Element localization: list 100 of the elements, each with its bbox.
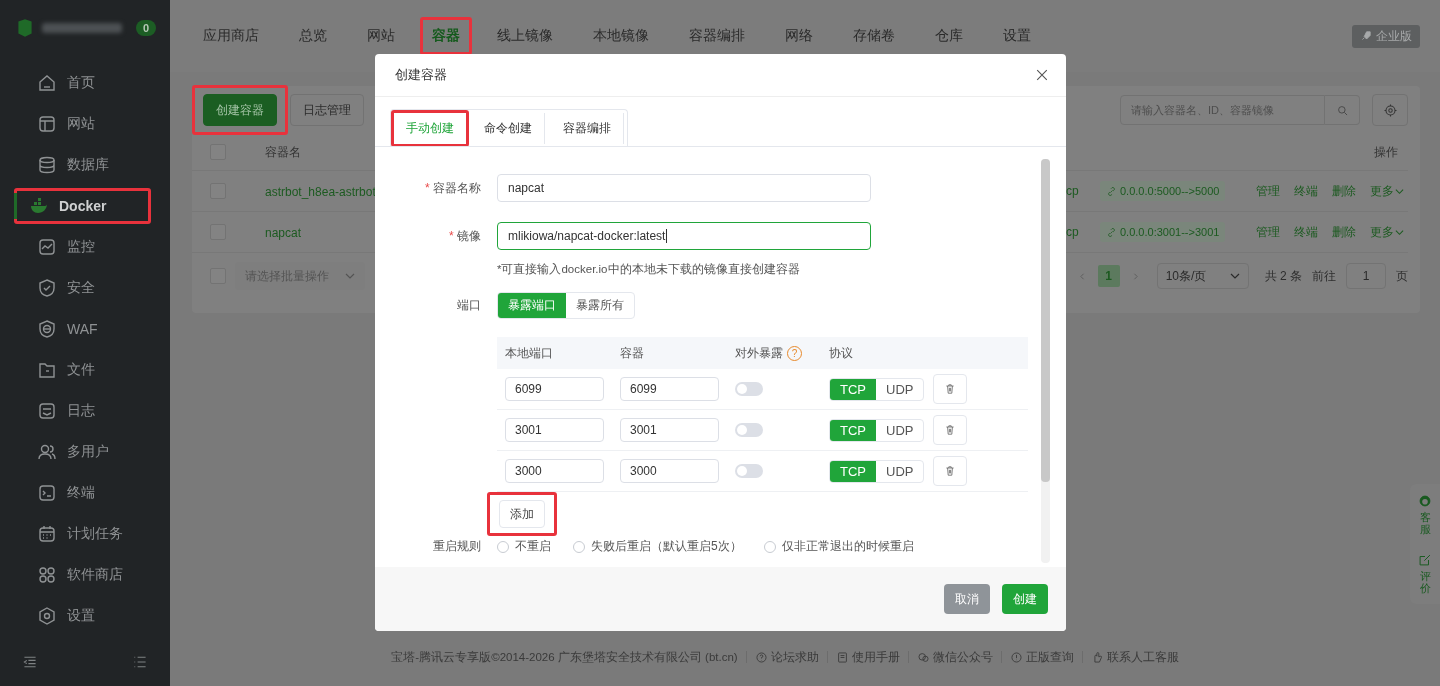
sidebar-item[interactable]: 软件商店 (19, 561, 146, 588)
sidebar-item[interactable]: 网站 (19, 110, 146, 137)
notification-badge[interactable]: 0 (135, 20, 156, 36)
scrollbar-thumb[interactable] (1041, 159, 1050, 483)
dialog-tab[interactable]: 命令创建 (472, 112, 545, 144)
globe-shield-icon (37, 318, 57, 339)
sidebar-item[interactable]: 日志 (19, 397, 146, 424)
toggle-switch[interactable] (735, 382, 763, 396)
edition-badge[interactable]: 企业版 (1352, 24, 1420, 48)
dialog-button[interactable]: 取消 (944, 584, 990, 614)
sidebar-item[interactable]: 设置 (19, 602, 146, 629)
floating-link[interactable]: 客服 (1418, 494, 1432, 536)
nav-tab[interactable]: 仓库 (923, 23, 975, 49)
port-mapping-tag[interactable]: 0.0.0.0:3001-->3001 (1100, 222, 1226, 242)
nav-tab[interactable]: 应用商店 (191, 23, 271, 49)
footer-link[interactable]: 微信公众号 (916, 649, 993, 665)
action-link[interactable]: 终端 (1294, 223, 1318, 241)
sidebar-item[interactable]: WAF (19, 315, 146, 342)
action-link[interactable]: 删除 (1332, 182, 1356, 200)
footer-link[interactable]: 论坛求助 (754, 649, 819, 665)
protocol-option[interactable]: UDP (876, 378, 924, 400)
column-header: 协议 (829, 344, 853, 362)
nav-tab[interactable]: 总览 (287, 23, 339, 49)
page-size-select[interactable]: 10条/页 (1156, 263, 1249, 289)
port-input[interactable]: 3001 (620, 418, 719, 442)
chat-icon (916, 650, 930, 664)
field-label: 重启规则 (432, 538, 481, 555)
column-header: 容器 (620, 344, 644, 362)
toolbar-button[interactable]: 创建容器 (203, 94, 277, 126)
action-link[interactable]: 更多 (1370, 182, 1404, 200)
page-label: 页 (1396, 267, 1408, 285)
port-input[interactable]: 3001 (505, 418, 604, 442)
total-count: 共 2 条 (1264, 267, 1302, 285)
segment-button[interactable]: 暴露端口 (498, 293, 566, 318)
dialog-button[interactable]: 创建 (1002, 584, 1048, 614)
container-name-link[interactable]: napcat (265, 225, 302, 240)
nav-tab[interactable]: 容器编排 (677, 23, 757, 49)
port-input[interactable]: 3000 (620, 459, 719, 483)
sidebar-item[interactable]: 终端 (19, 479, 146, 506)
nav-tab[interactable]: 网站 (355, 23, 407, 49)
text-field[interactable]: mlikiowa/napcat-docker:latest (497, 222, 871, 250)
collapse-icon[interactable] (22, 654, 38, 670)
close-icon[interactable] (1034, 67, 1050, 83)
protocol-option[interactable]: TCP (830, 460, 876, 482)
menu-icon[interactable] (132, 654, 148, 670)
delete-button[interactable] (933, 374, 968, 404)
protocol-option[interactable]: UDP (876, 419, 924, 441)
terminal-icon (37, 482, 57, 503)
settings-icon[interactable] (1372, 94, 1408, 126)
toggle-switch[interactable] (735, 464, 763, 478)
delete-button[interactable] (933, 415, 968, 445)
protocol-option[interactable]: TCP (830, 378, 876, 400)
sidebar-item[interactable]: 数据库 (19, 151, 146, 178)
settings-icon (37, 605, 57, 626)
sidebar-item[interactable]: 多用户 (19, 438, 146, 465)
dialog-tab[interactable]: 容器编排 (551, 112, 624, 144)
port-mapping-tag[interactable]: 0.0.0.0:5000-->5000 (1100, 181, 1226, 201)
action-link[interactable]: 更多 (1370, 223, 1404, 241)
segment-button[interactable]: 暴露所有 (566, 293, 634, 318)
column-header: 对外暴露 (735, 344, 783, 362)
radio-label: 失败后重启（默认重启5次） (591, 538, 742, 555)
nav-tab[interactable]: 容器 (423, 23, 469, 49)
nav-tab[interactable]: 存储卷 (841, 23, 907, 49)
sidebar-item[interactable]: 首页 (19, 69, 146, 96)
add-button[interactable]: 添加 (499, 500, 545, 528)
text-field[interactable]: napcat (497, 174, 871, 202)
whale-icon (29, 195, 49, 216)
action-link[interactable]: 终端 (1294, 182, 1318, 200)
action-link[interactable]: 删除 (1332, 223, 1356, 241)
toggle-switch[interactable] (735, 423, 763, 437)
action-link[interactable]: 管理 (1256, 182, 1280, 200)
port-input[interactable]: 3000 (505, 459, 604, 483)
nav-tab[interactable]: 本地镜像 (581, 23, 661, 49)
dialog-tab[interactable]: 手动创建 (394, 112, 466, 144)
sidebar-item[interactable]: 安全 (19, 274, 146, 301)
sidebar-item[interactable]: 计划任务 (19, 520, 146, 547)
sidebar-item[interactable]: 文件 (19, 356, 146, 383)
floating-link[interactable]: 评价 (1418, 553, 1432, 595)
toolbar-button[interactable]: 日志管理 (290, 94, 364, 126)
container-name-link[interactable]: astrbot_h8ea-astrbot (265, 184, 376, 199)
protocol-option[interactable]: TCP (830, 419, 876, 441)
page-input[interactable]: 1 (1346, 263, 1386, 289)
nav-tab[interactable]: 线上镜像 (485, 23, 565, 49)
port-input[interactable]: 6099 (620, 377, 719, 401)
sidebar-item[interactable]: Docker (14, 192, 141, 219)
footer-link[interactable]: 联系人工客服 (1090, 649, 1179, 665)
caret-icon (345, 271, 355, 281)
delete-button[interactable] (933, 456, 968, 486)
port-input[interactable]: 6099 (505, 377, 604, 401)
action-link[interactable]: 管理 (1256, 223, 1280, 241)
nav-tab[interactable]: 网络 (773, 23, 825, 49)
nav-tab[interactable]: 设置 (991, 23, 1043, 49)
sidebar-item[interactable]: 监控 (19, 233, 146, 260)
help-circle-icon (754, 650, 768, 664)
search-button[interactable] (1325, 95, 1360, 125)
book-icon (835, 650, 849, 664)
edit-icon (1418, 553, 1432, 568)
protocol-option[interactable]: UDP (876, 460, 924, 482)
footer-link[interactable]: 使用手册 (835, 649, 900, 665)
rocket-icon (1360, 30, 1372, 42)
